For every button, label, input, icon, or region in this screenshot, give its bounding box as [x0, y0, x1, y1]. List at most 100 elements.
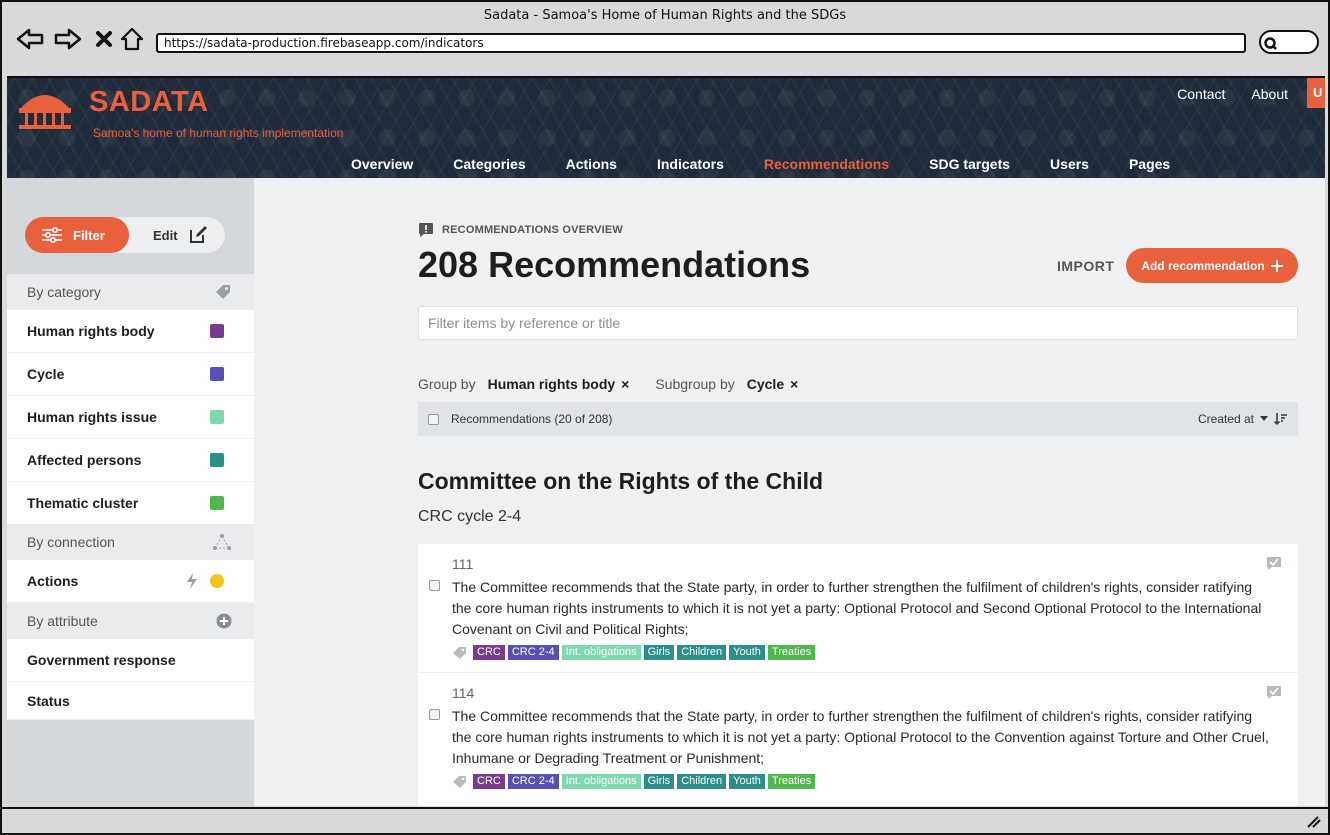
edit-icon	[189, 226, 207, 243]
category-human-rights-issue[interactable]: Human rights issue	[7, 396, 254, 439]
nav-overview[interactable]: Overview	[331, 156, 433, 172]
search-icon	[1264, 37, 1277, 50]
by-connection-section: By connection Actions	[7, 524, 254, 603]
by-attribute-section: By attribute Government response Status	[7, 603, 254, 720]
category-color-swatch	[210, 324, 224, 338]
site-header: SADATA Samoa's home of human rights impl…	[7, 78, 1325, 178]
logo-subtitle: Samoa's home of human rights implementat…	[93, 126, 344, 140]
category-thematic-cluster[interactable]: Thematic cluster	[7, 482, 254, 525]
recommendation-text[interactable]: The Committee recommends that the State …	[452, 577, 1272, 640]
sort-descending-icon[interactable]	[1274, 412, 1288, 426]
category-color-swatch	[210, 410, 224, 424]
resize-grip-icon[interactable]	[1306, 815, 1322, 829]
recommendation-checkbox[interactable]	[429, 580, 440, 591]
by-category-label: By category	[27, 284, 101, 300]
tag-issue[interactable]: Int. obligations	[561, 774, 641, 789]
recommendation-checkbox[interactable]	[429, 709, 440, 720]
sort-control[interactable]: Created at	[1198, 412, 1288, 426]
page-viewport: SADATA Samoa's home of human rights impl…	[7, 76, 1325, 806]
by-connection-header[interactable]: By connection	[7, 524, 254, 560]
tag-affected-persons[interactable]: Youth	[729, 774, 765, 789]
attribute-government-response[interactable]: Government response	[7, 639, 254, 682]
subgroup-title: CRC cycle 2-4	[418, 508, 522, 525]
by-category-header[interactable]: By category	[7, 274, 254, 310]
attribute-status[interactable]: Status	[7, 682, 254, 720]
browser-search-field[interactable]	[1259, 30, 1319, 54]
tag-cycle[interactable]: CRC 2-4	[507, 645, 559, 660]
plus-icon	[1270, 259, 1283, 272]
user-menu-tab[interactable]: U	[1307, 78, 1325, 108]
actions-status-dot	[210, 574, 224, 588]
nav-pages[interactable]: Pages	[1109, 156, 1190, 172]
list-header: Recommendations (20 of 208) Created at	[418, 402, 1298, 436]
lightning-icon	[187, 573, 197, 589]
nav-indicators[interactable]: Indicators	[637, 156, 744, 172]
attribute-label: Status	[27, 692, 70, 709]
connection-actions[interactable]: Actions	[7, 560, 254, 603]
kicker-label: RECOMMENDATIONS OVERVIEW	[442, 224, 624, 236]
tag-affected-persons[interactable]: Youth	[729, 645, 765, 660]
recommendation-item[interactable]: 114 The Committee recommends that the St…	[418, 673, 1298, 806]
back-icon[interactable]	[16, 25, 44, 53]
by-attribute-header[interactable]: By attribute	[7, 603, 254, 639]
nav-actions[interactable]: Actions	[546, 156, 637, 172]
recommendation-item[interactable]: 111 The Committee recommends that the St…	[418, 544, 1298, 673]
recommendation-reference: 111	[452, 556, 474, 572]
nav-categories[interactable]: Categories	[433, 156, 545, 172]
tag-thematic-cluster[interactable]: Treaties	[767, 645, 816, 660]
caret-down-icon	[1260, 416, 1268, 421]
window-title: Sadata - Samoa's Home of Human Rights an…	[483, 8, 847, 23]
close-icon[interactable]	[90, 25, 118, 53]
main-nav: Overview Categories Actions Indicators R…	[331, 156, 1190, 172]
contact-link[interactable]: Contact	[1164, 86, 1238, 102]
browser-window: Sadata - Samoa's Home of Human Rights an…	[0, 0, 1330, 835]
forward-icon[interactable]	[54, 25, 82, 53]
logo-title[interactable]: SADATA	[89, 86, 209, 119]
sort-label: Created at	[1197, 412, 1254, 426]
tag-affected-persons[interactable]: Girls	[643, 645, 675, 660]
filter-button[interactable]: Filter	[25, 217, 129, 253]
sidebar: Filter Edit By category Human rights bod…	[7, 178, 254, 806]
tag-hr-body[interactable]: CRC	[473, 774, 505, 789]
import-button[interactable]: IMPORT	[1057, 258, 1114, 274]
remove-group-icon[interactable]: ×	[621, 376, 629, 392]
select-all-checkbox[interactable]	[428, 413, 439, 425]
nav-users[interactable]: Users	[1030, 156, 1109, 172]
recommendation-tags: CRC CRC 2-4 Int. obligations Girls Child…	[452, 774, 816, 789]
group-by-value[interactable]: Human rights body	[488, 376, 616, 392]
group-title: Committee on the Rights of the Child	[418, 468, 824, 494]
subgroup-by-label: Subgroup by	[655, 376, 735, 392]
search-input[interactable]	[418, 306, 1298, 340]
tag-affected-persons[interactable]: Girls	[643, 774, 675, 789]
tag-affected-persons[interactable]: Children	[677, 774, 727, 789]
remove-subgroup-icon[interactable]: ×	[790, 376, 798, 392]
edit-button[interactable]: Edit	[153, 217, 208, 253]
recommendation-text[interactable]: The Committee recommends that the State …	[452, 706, 1272, 769]
fale-logo-icon[interactable]	[17, 88, 73, 137]
by-connection-label: By connection	[27, 534, 115, 550]
tag-cycle[interactable]: CRC 2-4	[507, 774, 559, 789]
nav-recommendations[interactable]: Recommendations	[744, 156, 909, 172]
home-icon[interactable]	[118, 25, 146, 53]
tag-affected-persons[interactable]: Children	[677, 645, 727, 660]
url-bar[interactable]: https://sadata-production.firebaseapp.co…	[156, 33, 1246, 53]
filter-label: Filter	[73, 227, 105, 243]
category-color-swatch	[210, 453, 224, 467]
nav-sdg-targets[interactable]: SDG targets	[909, 156, 1030, 172]
page-kicker: RECOMMENDATIONS OVERVIEW	[418, 222, 623, 238]
tag-thematic-cluster[interactable]: Treaties	[767, 774, 816, 789]
subgroup-by-value[interactable]: Cycle	[747, 376, 784, 392]
list-count: Recommendations (20 of 208)	[451, 412, 613, 426]
response-status-icon	[1267, 557, 1281, 570]
tag-hr-body[interactable]: CRC	[473, 645, 505, 660]
category-human-rights-body[interactable]: Human rights body	[7, 310, 254, 353]
add-recommendation-button[interactable]: Add recommendation	[1126, 248, 1298, 283]
about-link[interactable]: About	[1238, 86, 1301, 102]
add-circle-icon	[216, 613, 232, 629]
connection-indicators	[186, 573, 224, 589]
category-cycle[interactable]: Cycle	[7, 353, 254, 396]
by-category-section: By category Human rights body Cycle Huma…	[7, 274, 254, 525]
tag-issue[interactable]: Int. obligations	[561, 645, 641, 660]
category-affected-persons[interactable]: Affected persons	[7, 439, 254, 482]
top-links: Contact About	[1164, 86, 1301, 102]
